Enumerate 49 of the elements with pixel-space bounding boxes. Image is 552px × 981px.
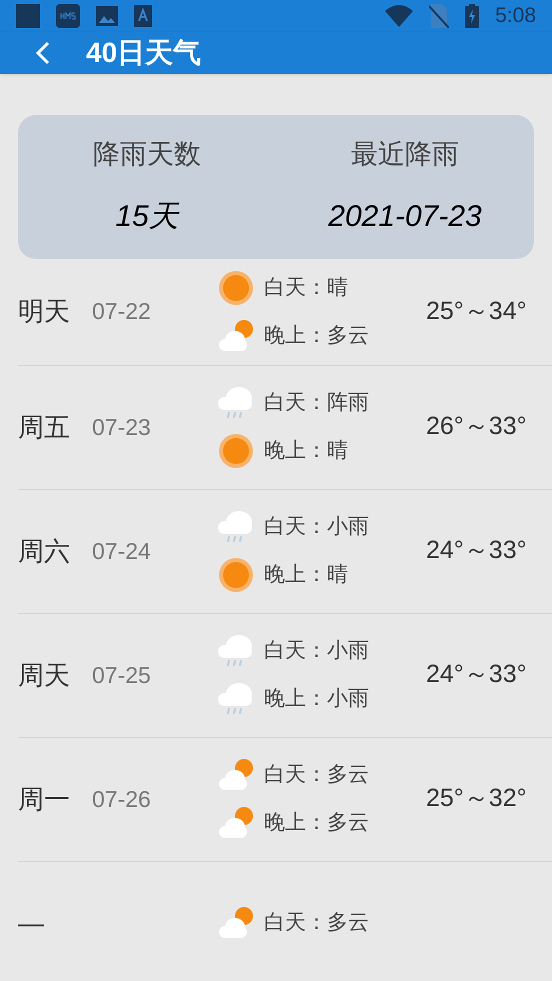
weather-text: 白天：阵雨: [264, 390, 369, 416]
day-name: 周五: [18, 410, 71, 444]
rain-cloud-icon: [217, 386, 255, 420]
temperature-range: 25°～34°: [426, 296, 527, 327]
day-name: 周天: [18, 658, 71, 692]
summary-label: 降雨天数: [93, 138, 201, 171]
day-name: —: [18, 906, 45, 940]
summary-value: 15天: [115, 199, 179, 236]
battery-charging-icon: [465, 4, 480, 28]
day-name: 明天: [18, 295, 71, 328]
weather-text: 晚上：多云: [264, 322, 369, 349]
weather-text: 白天：晴: [264, 274, 348, 301]
rain-cloud-icon: [217, 510, 255, 544]
weather-text: 白天：多云: [264, 762, 369, 788]
rain-cloud-icon: [217, 634, 255, 668]
date-text: 07-25: [92, 662, 151, 688]
cloud-sun-icon: [217, 907, 255, 939]
date-text: 07-22: [92, 298, 151, 324]
rain-cloud-icon: [217, 682, 255, 716]
cloud-sun-icon: [217, 320, 255, 352]
wifi-icon: [385, 4, 414, 27]
temperature-range: 24°～33°: [426, 659, 527, 690]
temperature-range: 25°～32°: [426, 783, 527, 814]
date-text: 07-24: [92, 538, 151, 564]
image-icon: [96, 6, 118, 26]
date-text: 07-23: [92, 414, 151, 440]
weather-text: 晚上：晴: [264, 438, 348, 464]
day-name: 周六: [18, 534, 71, 568]
weather-text: 晚上：小雨: [264, 686, 369, 712]
sun-icon: [218, 557, 254, 593]
page-title: 40日天气: [86, 36, 202, 70]
weather-text: 晚上：多云: [264, 810, 369, 836]
back-icon: [36, 40, 50, 64]
weather-text: 白天：小雨: [264, 514, 369, 540]
cloud-sun-icon: [217, 807, 255, 839]
weather-text: 晚上：晴: [264, 562, 348, 588]
sun-icon: [218, 270, 254, 306]
day-name: 周一: [18, 782, 71, 816]
summary-label: 最近降雨: [351, 138, 459, 171]
cloud-sun-icon: [217, 759, 255, 791]
summary-value: 2021-07-23: [328, 199, 482, 236]
status-time: 5:08: [495, 3, 536, 29]
temperature-range: 24°～33°: [426, 535, 527, 566]
sun-icon: [218, 433, 254, 469]
date-text: 07-26: [92, 786, 151, 812]
weather-text: 白天：多云: [264, 910, 369, 936]
weather-text: 白天：小雨: [264, 638, 369, 664]
no-sim-icon: [429, 4, 450, 28]
temperature-range: 26°～33°: [426, 411, 527, 442]
